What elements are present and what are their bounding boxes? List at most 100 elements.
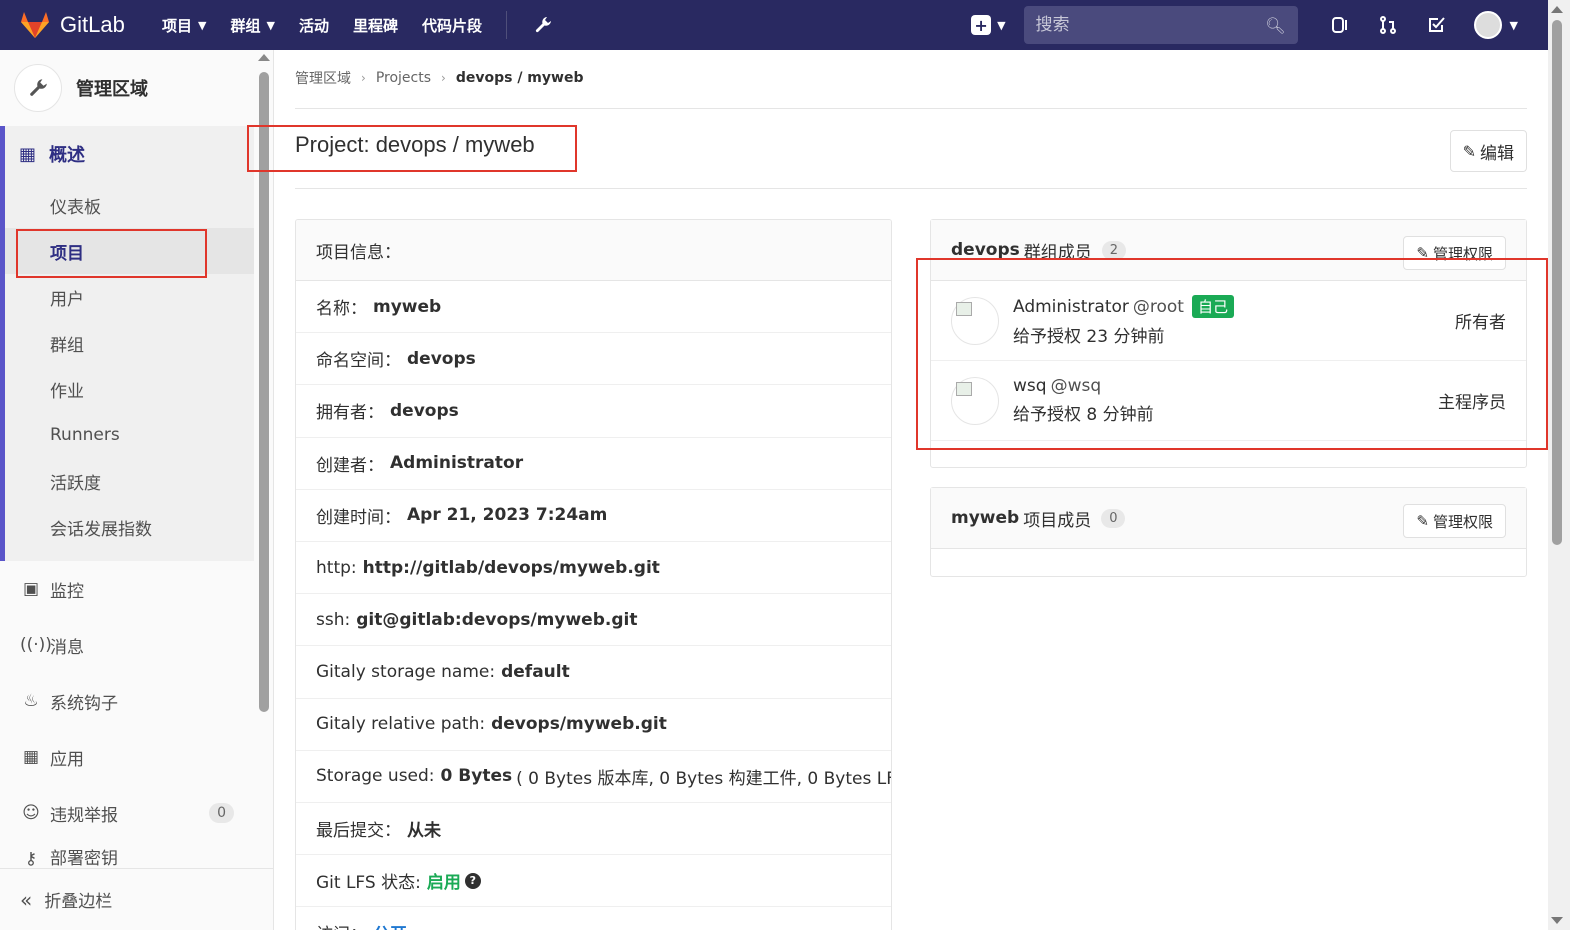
group-name[interactable]: devops <box>951 240 1020 260</box>
sidebar-item-dashboard[interactable]: 仪表板 <box>5 182 254 228</box>
sidebar-item-activity[interactable]: 活跃度 <box>5 458 254 504</box>
info-row-gitaly-path: Gitaly relative path: devops/myweb.git <box>296 699 891 751</box>
wrench-icon <box>30 79 47 96</box>
edit-icon: ✎ <box>1416 244 1429 262</box>
edit-button[interactable]: ✎ 编辑 <box>1449 130 1527 172</box>
nav-projects[interactable]: 项目 ▼ <box>162 15 206 36</box>
monitor-icon: ▣ <box>22 579 40 599</box>
project-name: myweb <box>951 508 1020 528</box>
info-row-ssh: ssh: git@gitlab:devops/myweb.git <box>296 594 891 647</box>
sidebar-scrollbar[interactable] <box>258 50 270 865</box>
manage-project-access-button[interactable]: ✎ 管理权限 <box>1403 504 1506 538</box>
wrench-icon <box>535 17 552 33</box>
sidebar-item-projects[interactable]: 项目 <box>5 228 254 274</box>
hook-icon: ♨ <box>23 691 39 711</box>
sidebar-item-label: 部署密钥 <box>50 849 118 869</box>
collapse-sidebar-button[interactable]: « 折叠边栏 <box>0 868 273 930</box>
info-row-name: 名称： myweb <box>296 281 891 334</box>
scroll-down-arrow-icon[interactable] <box>1551 917 1563 924</box>
info-key: 名称： <box>316 299 367 320</box>
nav-projects-label: 项目 <box>162 16 193 35</box>
breadcrumb-current[interactable]: devops / myweb <box>456 70 584 86</box>
info-row-lfs: Git LFS 状态: 启用? <box>296 855 891 908</box>
sidebar-item-monitoring[interactable]: ▣ 监控 <box>0 561 254 617</box>
member-info: Administrator @root 自己 给予授权 23 分钟前 <box>1013 294 1234 347</box>
ssh-clone-url[interactable]: git@gitlab:devops/myweb.git <box>356 610 637 630</box>
sidebar-section-overview: ▦ 概述 仪表板 项目 用户 群组 作业 Runners 活跃度 会话发展指数 <box>0 126 254 561</box>
group-members-header: devops 群组成员 2 ✎ 管理权限 <box>931 220 1526 281</box>
member-avatar <box>951 376 999 425</box>
nav-milestones[interactable]: 里程碑 <box>353 15 398 36</box>
abuse-count-badge: 0 <box>209 803 234 823</box>
sidebar-scroll-thumb[interactable] <box>259 72 269 712</box>
project-members-label: 项目成员 <box>1023 510 1092 531</box>
info-value-link[interactable]: devops <box>407 349 476 369</box>
divider <box>295 188 1527 189</box>
member-handle: @root <box>1132 296 1184 317</box>
sidebar-item-system-hooks[interactable]: ♨ 系统钩子 <box>0 673 254 729</box>
edit-icon: ✎ <box>1462 141 1476 161</box>
page-scrollbar[interactable] <box>1548 0 1570 930</box>
breadcrumb-admin-link[interactable]: 管理区域 <box>295 68 351 88</box>
sidebar-item-label: 应用 <box>50 749 84 770</box>
smiley-icon: ☺ <box>22 803 40 823</box>
search-input[interactable] <box>1035 15 1266 35</box>
chevron-right-icon: › <box>361 71 366 85</box>
new-dropdown-button[interactable]: + ▼ <box>971 15 1006 35</box>
user-menu-button[interactable]: ▼ <box>1473 11 1518 39</box>
breadcrumb-projects-link[interactable]: Projects <box>376 70 431 86</box>
search-icon: 🔍︎ <box>1265 15 1286 35</box>
issues-button[interactable] <box>1324 9 1356 41</box>
search-box: 🔍︎ <box>1023 6 1298 44</box>
nav-snippets[interactable]: 代码片段 <box>422 15 482 36</box>
gitlab-logo-link[interactable]: GitLab <box>0 11 150 39</box>
double-chevron-left-icon: « <box>20 887 33 912</box>
help-question-icon[interactable]: ? <box>464 872 481 889</box>
http-clone-url[interactable]: http://gitlab/devops/myweb.git <box>363 558 660 578</box>
scroll-up-arrow-icon[interactable] <box>1551 6 1563 13</box>
sidebar-item-abuse-reports[interactable]: ☺ 违规举报 0 <box>0 785 254 841</box>
merge-request-icon <box>1379 16 1396 34</box>
info-value: devops/myweb.git <box>491 714 667 735</box>
sidebar-item-jobs[interactable]: 作业 <box>5 366 254 412</box>
sidebar-item-users[interactable]: 用户 <box>5 274 254 320</box>
sidebar-header[interactable]: 管理区域 <box>0 50 273 126</box>
sidebar-item-devops-score[interactable]: 会话发展指数 <box>5 504 254 550</box>
info-key: 最后提交： <box>316 820 401 841</box>
admin-area-button[interactable] <box>527 9 559 41</box>
member-name[interactable]: wsq <box>1013 376 1047 396</box>
sidebar-item-deploy-keys[interactable]: ⚷ 部署密钥 <box>0 841 254 869</box>
visibility-value: 公开 <box>373 920 407 930</box>
member-granted-time: 给予授权 8 分钟前 <box>1013 405 1154 425</box>
brand-name: GitLab <box>60 12 125 37</box>
info-value: 从未 <box>407 820 441 841</box>
page-scroll-thumb[interactable] <box>1552 20 1562 545</box>
sidebar-item-overview[interactable]: ▦ 概述 <box>5 126 254 182</box>
nav-activity[interactable]: 活动 <box>299 15 329 36</box>
project-members-header: myweb 项目成员 0 ✎ 管理权限 <box>931 488 1526 549</box>
merge-requests-button[interactable] <box>1372 9 1404 41</box>
manage-group-access-button[interactable]: ✎ 管理权限 <box>1403 236 1506 270</box>
info-key: Git LFS 状态: <box>316 873 421 894</box>
chevron-down-icon: ▼ <box>997 18 1006 32</box>
info-value-link[interactable]: devops <box>390 401 459 421</box>
project-members-count: 0 <box>1101 508 1126 528</box>
todos-button[interactable] <box>1420 9 1452 41</box>
sidebar-item-groups[interactable]: 群组 <box>5 320 254 366</box>
chevron-down-icon: ▼ <box>1509 18 1518 32</box>
info-row-visibility: 访问： 公开 <box>296 907 891 930</box>
breadcrumb: 管理区域 › Projects › devops / myweb <box>295 68 583 88</box>
divider <box>295 108 1527 109</box>
member-name[interactable]: Administrator <box>1013 297 1129 317</box>
info-value: myweb <box>373 296 442 317</box>
info-value-link[interactable]: Administrator <box>390 453 523 473</box>
scroll-up-arrow-icon[interactable] <box>258 54 270 61</box>
sidebar-item-label: 系统钩子 <box>50 693 118 714</box>
member-row: wsq @wsq 给予授权 8 分钟前 主程序员 <box>931 361 1526 441</box>
info-key: Storage used: <box>316 766 435 787</box>
sidebar-item-label: 违规举报 <box>50 805 118 826</box>
nav-groups[interactable]: 群组 ▼ <box>230 15 274 36</box>
sidebar-item-runners[interactable]: Runners <box>5 412 254 458</box>
sidebar-item-messages[interactable]: ((·)) 消息 <box>0 617 254 673</box>
sidebar-item-applications[interactable]: ▦ 应用 <box>0 729 254 785</box>
